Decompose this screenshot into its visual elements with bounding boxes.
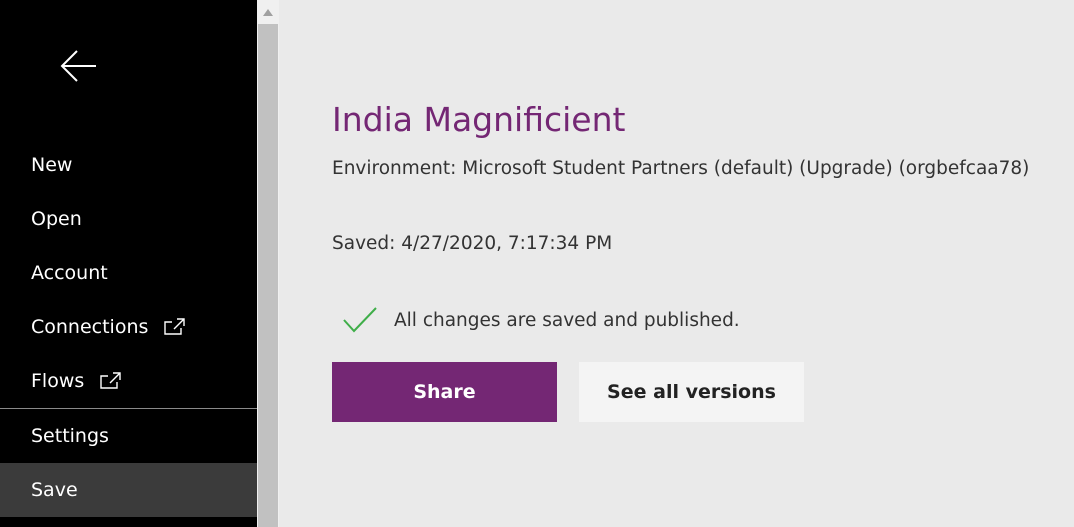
scroll-up-button[interactable]: [257, 0, 279, 24]
nav-item-account[interactable]: Account: [0, 246, 257, 300]
nav-item-label: New: [31, 154, 73, 176]
nav-item-open[interactable]: Open: [0, 192, 257, 246]
saved-timestamp: Saved: 4/27/2020, 7:17:34 PM: [332, 233, 613, 254]
nav-item-label: Save: [31, 479, 78, 501]
nav-item-label: Flows: [31, 370, 85, 392]
arrow-left-icon: [60, 50, 96, 82]
sidebar: New Open Account Connections Flows Setti…: [0, 0, 257, 527]
nav-item-save[interactable]: Save: [0, 463, 257, 517]
see-all-versions-label: See all versions: [607, 381, 776, 403]
save-status: All changes are saved and published.: [342, 306, 740, 334]
back-button[interactable]: [58, 46, 100, 88]
external-link-icon: [164, 318, 186, 336]
checkmark-icon: [343, 307, 377, 333]
vertical-scrollbar[interactable]: [257, 0, 279, 527]
app-title: India Magnificient: [332, 100, 626, 139]
share-button[interactable]: Share: [332, 362, 557, 422]
nav-item-label: Account: [31, 262, 108, 284]
nav-item-label: Settings: [31, 425, 109, 447]
nav-item-label: Open: [31, 208, 82, 230]
status-message: All changes are saved and published.: [394, 309, 740, 331]
nav-item-new[interactable]: New: [0, 138, 257, 192]
caret-up-icon: [263, 8, 273, 16]
nav-item-label: Connections: [31, 316, 149, 338]
nav-item-settings[interactable]: Settings: [0, 409, 257, 463]
nav-item-connections[interactable]: Connections: [0, 300, 257, 354]
see-all-versions-button[interactable]: See all versions: [579, 362, 804, 422]
external-link-icon: [100, 372, 122, 390]
environment-text: Environment: Microsoft Student Partners …: [332, 158, 1030, 179]
nav-item-flows[interactable]: Flows: [0, 354, 257, 408]
backstage-content: India Magnificient Environment: Microsof…: [279, 0, 1074, 527]
share-button-label: Share: [413, 381, 476, 403]
scroll-thumb[interactable]: [258, 24, 278, 527]
